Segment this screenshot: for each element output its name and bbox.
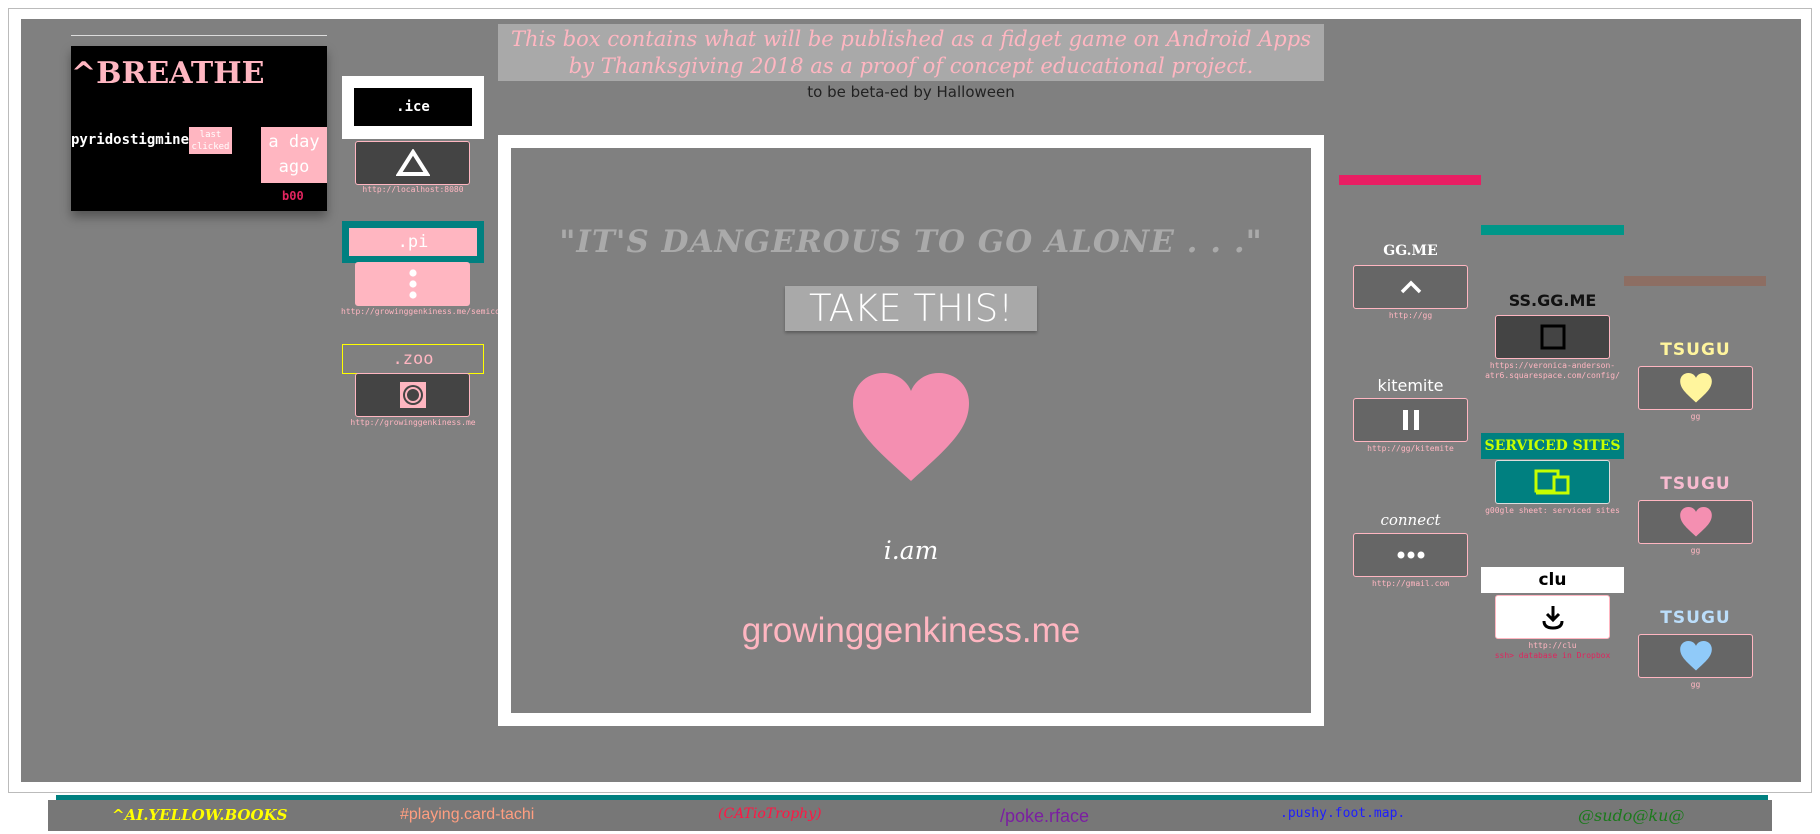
ice-label-box: .ice [342, 76, 484, 139]
time-ago-badge: a day ago [261, 127, 327, 183]
beta-notice: to be beta-ed by Halloween [807, 83, 1015, 101]
pi-url[interactable]: http://growinggenkiness.me/semicolon [341, 307, 499, 316]
tsugu-button-2[interactable] [1638, 500, 1753, 544]
devices-icon [1534, 469, 1569, 495]
ice-button[interactable] [355, 141, 470, 185]
tsugu-button-3[interactable] [1638, 634, 1753, 678]
accent-bar-brown [1624, 276, 1766, 286]
connect-url[interactable]: http://gmail.com [1353, 579, 1468, 588]
breathe-title: ^BREATHE [71, 56, 265, 91]
clu-label: clu [1481, 567, 1624, 593]
heart-icon[interactable] [853, 373, 969, 483]
ss-url[interactable]: https://veronica-anderson-atr6.squarespa… [1481, 361, 1624, 381]
vertical-dots-icon [408, 269, 417, 299]
last-clicked-button[interactable]: last clicked [189, 127, 232, 154]
nav-poke-rface[interactable]: /poke.rface [1000, 806, 1089, 827]
i-am-label: i.am [883, 536, 939, 565]
breathe-widget[interactable]: ^BREATHE pyridostigmine last clicked a d… [71, 46, 327, 211]
serviced-button[interactable] [1495, 460, 1610, 504]
tsugu-label-3: TSUGU [1660, 608, 1731, 628]
gg-label: GG.ME [1383, 243, 1438, 259]
ellipsis-icon [1397, 551, 1424, 559]
clu-button[interactable] [1495, 595, 1610, 639]
ss-button[interactable] [1495, 315, 1610, 359]
nav-sudoku[interactable]: @sudo@ku@ [1578, 806, 1684, 825]
accent-bar-teal [1481, 225, 1624, 235]
kitemite-label: kitemite [1377, 376, 1444, 395]
tsugu-button-1[interactable] [1638, 366, 1753, 410]
tsugu-url-1[interactable]: gg [1638, 412, 1753, 421]
clu-url[interactable]: http://clu [1481, 641, 1624, 650]
tsugu-url-2[interactable]: gg [1638, 546, 1753, 555]
nav-pushy-foot-map[interactable]: .pushy.foot.map. [1280, 806, 1405, 821]
zoo-label: .zoo [342, 344, 484, 374]
heart-icon [1679, 373, 1712, 403]
tsugu-url-3[interactable]: gg [1638, 680, 1753, 689]
accent-bar-crimson [1339, 175, 1481, 185]
breathe-divider [71, 35, 327, 36]
lens-icon [399, 382, 426, 408]
download-icon [1542, 606, 1563, 630]
pi-label: .pi [349, 228, 477, 256]
serviced-label: SERVICED SITES [1481, 433, 1624, 459]
pause-icon [1402, 410, 1419, 430]
zoo-button[interactable] [355, 373, 470, 417]
game-stage: "IT'S DANGEROUS TO GO ALONE . . ." TAKE … [498, 135, 1324, 726]
tsugu-label-2: TSUGU [1660, 474, 1731, 494]
chevron-up-icon [1400, 280, 1421, 294]
heart-shape [853, 373, 969, 481]
heart-icon [1679, 507, 1712, 537]
nav-yellow-books[interactable]: ^AI.YELLOW.BOOKS [112, 806, 287, 824]
ice-label: .ice [354, 88, 472, 126]
ice-url[interactable]: http://localhost:8080 [342, 185, 484, 194]
site-link[interactable]: growinggenkiness.me [511, 611, 1311, 651]
gg-button[interactable] [1353, 265, 1468, 309]
breathe-count: b00 [282, 189, 304, 203]
heart-icon [1679, 641, 1712, 671]
pi-button[interactable] [355, 262, 470, 306]
kitemite-button[interactable] [1353, 398, 1468, 442]
publish-notice: This box contains what will be published… [511, 27, 1311, 78]
game-stage-inner: "IT'S DANGEROUS TO GO ALONE . . ." TAKE … [511, 148, 1311, 713]
triangle-icon [395, 149, 430, 176]
square-icon [1540, 324, 1565, 350]
nav-playing-card[interactable]: #playing.card-tachi [400, 806, 534, 824]
gg-url[interactable]: http://gg [1353, 311, 1468, 320]
bottom-nav-bar [48, 800, 1772, 831]
kitemite-url[interactable]: http://gg/kitemite [1353, 444, 1468, 453]
connect-label: connect [1380, 511, 1441, 529]
ss-label: SS.GG.ME [1508, 291, 1597, 310]
clu-note: ssh> database in Dropbox [1494, 651, 1611, 660]
tsugu-label-1: TSUGU [1660, 340, 1731, 360]
nav-catio-trophy[interactable]: (CATioTrophy) [718, 806, 822, 822]
connect-button[interactable] [1353, 533, 1468, 577]
zoo-url[interactable]: http://growinggenkiness.me [342, 418, 484, 427]
stage-quote: "IT'S DANGEROUS TO GO ALONE . . ." [559, 224, 1263, 260]
medication-name: pyridostigmine [71, 132, 190, 148]
pi-label-box: .pi [342, 221, 484, 263]
take-this-button[interactable]: TAKE THIS! [785, 286, 1037, 331]
publish-notice-box: This box contains what will be published… [498, 24, 1324, 81]
serviced-url[interactable]: g00gle sheet: serviced sites [1481, 506, 1624, 515]
